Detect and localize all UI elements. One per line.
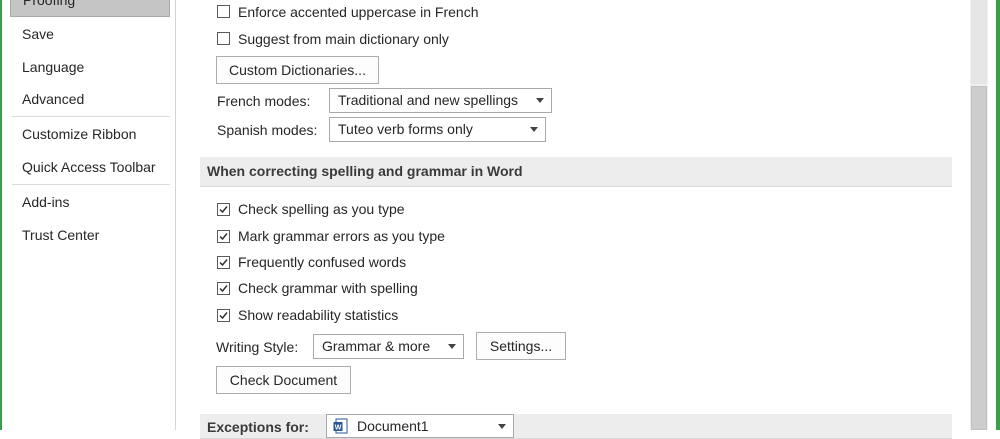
section-header-exceptions: Exceptions for:	[200, 414, 952, 439]
enforce-accented-label: Enforce accented uppercase in French	[238, 4, 479, 20]
scrollbar-thumb[interactable]	[971, 86, 987, 430]
readability-checkbox[interactable]	[217, 309, 230, 322]
enforce-accented-checkbox[interactable]	[217, 5, 230, 18]
exceptions-document-dropdown[interactable]: W Document1	[326, 414, 514, 438]
spanish-modes-label: Spanish modes:	[217, 122, 318, 138]
spanish-modes-value: Tuteo verb forms only	[338, 121, 473, 137]
chevron-down-icon	[448, 344, 456, 349]
confused-words-checkbox[interactable]	[217, 256, 230, 269]
checkmark-icon	[219, 206, 228, 214]
check-grammar-checkbox[interactable]	[217, 282, 230, 295]
svg-text:W: W	[335, 425, 342, 432]
check-grammar-label: Check grammar with spelling	[238, 280, 418, 296]
exceptions-document-value: Document1	[357, 418, 429, 434]
window-gap	[988, 0, 996, 430]
nav-item-add-ins[interactable]: Add-ins	[22, 193, 69, 211]
nav-divider	[175, 0, 176, 430]
check-document-button[interactable]: Check Document	[216, 366, 351, 394]
settings-button[interactable]: Settings...	[476, 332, 566, 360]
section-title: When correcting spelling and grammar in …	[207, 163, 523, 179]
window-border	[0, 0, 2, 430]
options-nav: Proofing Save Language Advanced Customiz…	[0, 0, 176, 430]
nav-item-customize-ribbon[interactable]: Customize Ribbon	[22, 125, 136, 143]
nav-item-quick-access-toolbar[interactable]: Quick Access Toolbar	[22, 158, 156, 176]
writing-style-value: Grammar & more	[322, 338, 431, 354]
checkmark-icon	[219, 285, 228, 293]
confused-words-label: Frequently confused words	[238, 254, 407, 270]
checkmark-icon	[219, 259, 228, 267]
nav-item-trust-center[interactable]: Trust Center	[22, 226, 99, 244]
nav-item-save[interactable]: Save	[22, 25, 54, 43]
french-modes-label: French modes:	[217, 93, 311, 109]
check-spelling-checkbox[interactable]	[217, 203, 230, 216]
checkmark-icon	[219, 312, 228, 320]
nav-item-label: Proofing	[23, 0, 76, 8]
check-spelling-label: Check spelling as you type	[238, 201, 405, 217]
nav-item-proofing[interactable]: Proofing	[10, 0, 170, 17]
chevron-down-icon	[536, 98, 544, 103]
nav-item-language[interactable]: Language	[22, 58, 84, 76]
custom-dictionaries-button[interactable]: Custom Dictionaries...	[216, 56, 379, 84]
suggest-main-dictionary-checkbox[interactable]	[217, 32, 230, 45]
window-border	[996, 0, 1000, 430]
french-modes-value: Traditional and new spellings	[338, 92, 519, 108]
section-header-word: When correcting spelling and grammar in …	[200, 157, 952, 187]
scrollbar-upper[interactable]	[971, 0, 987, 84]
word-document-icon: W	[333, 418, 348, 434]
mark-grammar-checkbox[interactable]	[217, 230, 230, 243]
nav-separator	[12, 116, 170, 117]
chevron-down-icon	[498, 424, 506, 429]
checkmark-icon	[219, 233, 228, 241]
spanish-modes-dropdown[interactable]: Tuteo verb forms only	[329, 117, 546, 142]
exceptions-label: Exceptions for:	[207, 419, 309, 435]
writing-style-dropdown[interactable]: Grammar & more	[313, 334, 464, 359]
writing-style-label: Writing Style:	[216, 339, 299, 355]
mark-grammar-label: Mark grammar errors as you type	[238, 228, 445, 244]
nav-item-advanced[interactable]: Advanced	[22, 90, 84, 108]
chevron-down-icon	[530, 127, 538, 132]
readability-label: Show readability statistics	[238, 307, 399, 323]
french-modes-dropdown[interactable]: Traditional and new spellings	[329, 88, 552, 113]
suggest-main-dictionary-label: Suggest from main dictionary only	[238, 31, 449, 47]
nav-separator	[12, 184, 170, 185]
